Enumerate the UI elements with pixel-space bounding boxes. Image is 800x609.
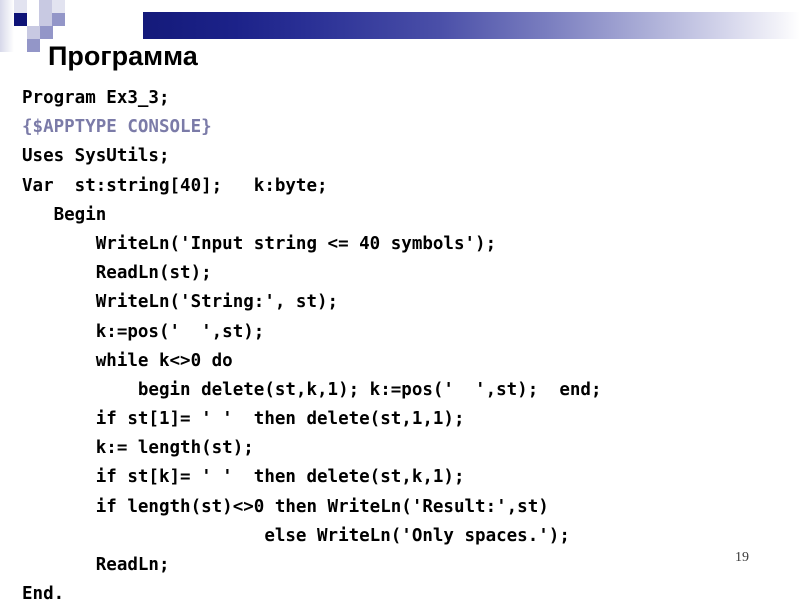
code-line: while k<>0 do <box>22 350 233 371</box>
page-number: 19 <box>735 550 749 565</box>
code-line: if st[1]= ' ' then delete(st,1,1); <box>22 409 465 430</box>
code-line: WriteLn('Input string <= 40 symbols'); <box>22 233 497 254</box>
header-left-fade-strip <box>0 0 14 52</box>
square-light-top-2-icon <box>52 0 65 13</box>
square-navy-icon <box>14 13 27 26</box>
square-pale-top-1-icon <box>14 0 27 13</box>
code-line: Program Ex3_3; <box>22 88 170 108</box>
square-mid-row4-icon <box>27 39 40 52</box>
header-gradient-bar <box>143 12 800 39</box>
code-line: if length(st)<>0 then WriteLn('Result:',… <box>22 496 549 517</box>
square-light-row2-icon <box>39 13 52 26</box>
page-title: Программа <box>48 41 198 71</box>
code-line: Begin <box>22 204 107 225</box>
code-line: ReadLn; <box>22 555 170 575</box>
code-line: if st[k]= ' ' then delete(st,k,1); <box>22 467 465 488</box>
square-light-top-1-icon <box>39 0 52 13</box>
code-line: WriteLn('String:', st); <box>22 292 339 313</box>
square-mid-row3-icon <box>40 26 53 39</box>
code-line: End. <box>22 584 65 605</box>
code-line: Var st:string[40]; k:byte; <box>22 175 328 196</box>
code-line: k:= length(st); <box>22 438 254 459</box>
code-line: k:=pos(' ',st); <box>22 321 265 342</box>
code-line: Uses SysUtils; <box>22 146 170 167</box>
square-pale-row3-icon <box>27 26 40 39</box>
code-line: begin delete(st,k,1); k:=pos(' ',st); en… <box>22 379 602 400</box>
code-listing: Program Ex3_3; {$APPTYPE CONSOLE} Uses Sys… <box>22 84 800 609</box>
code-line: else WriteLn('Only spaces.'); <box>22 525 570 546</box>
code-line: {$APPTYPE CONSOLE} <box>22 117 212 138</box>
square-mid-row2-icon <box>52 13 65 26</box>
code-line: ReadLn(st); <box>22 263 212 284</box>
